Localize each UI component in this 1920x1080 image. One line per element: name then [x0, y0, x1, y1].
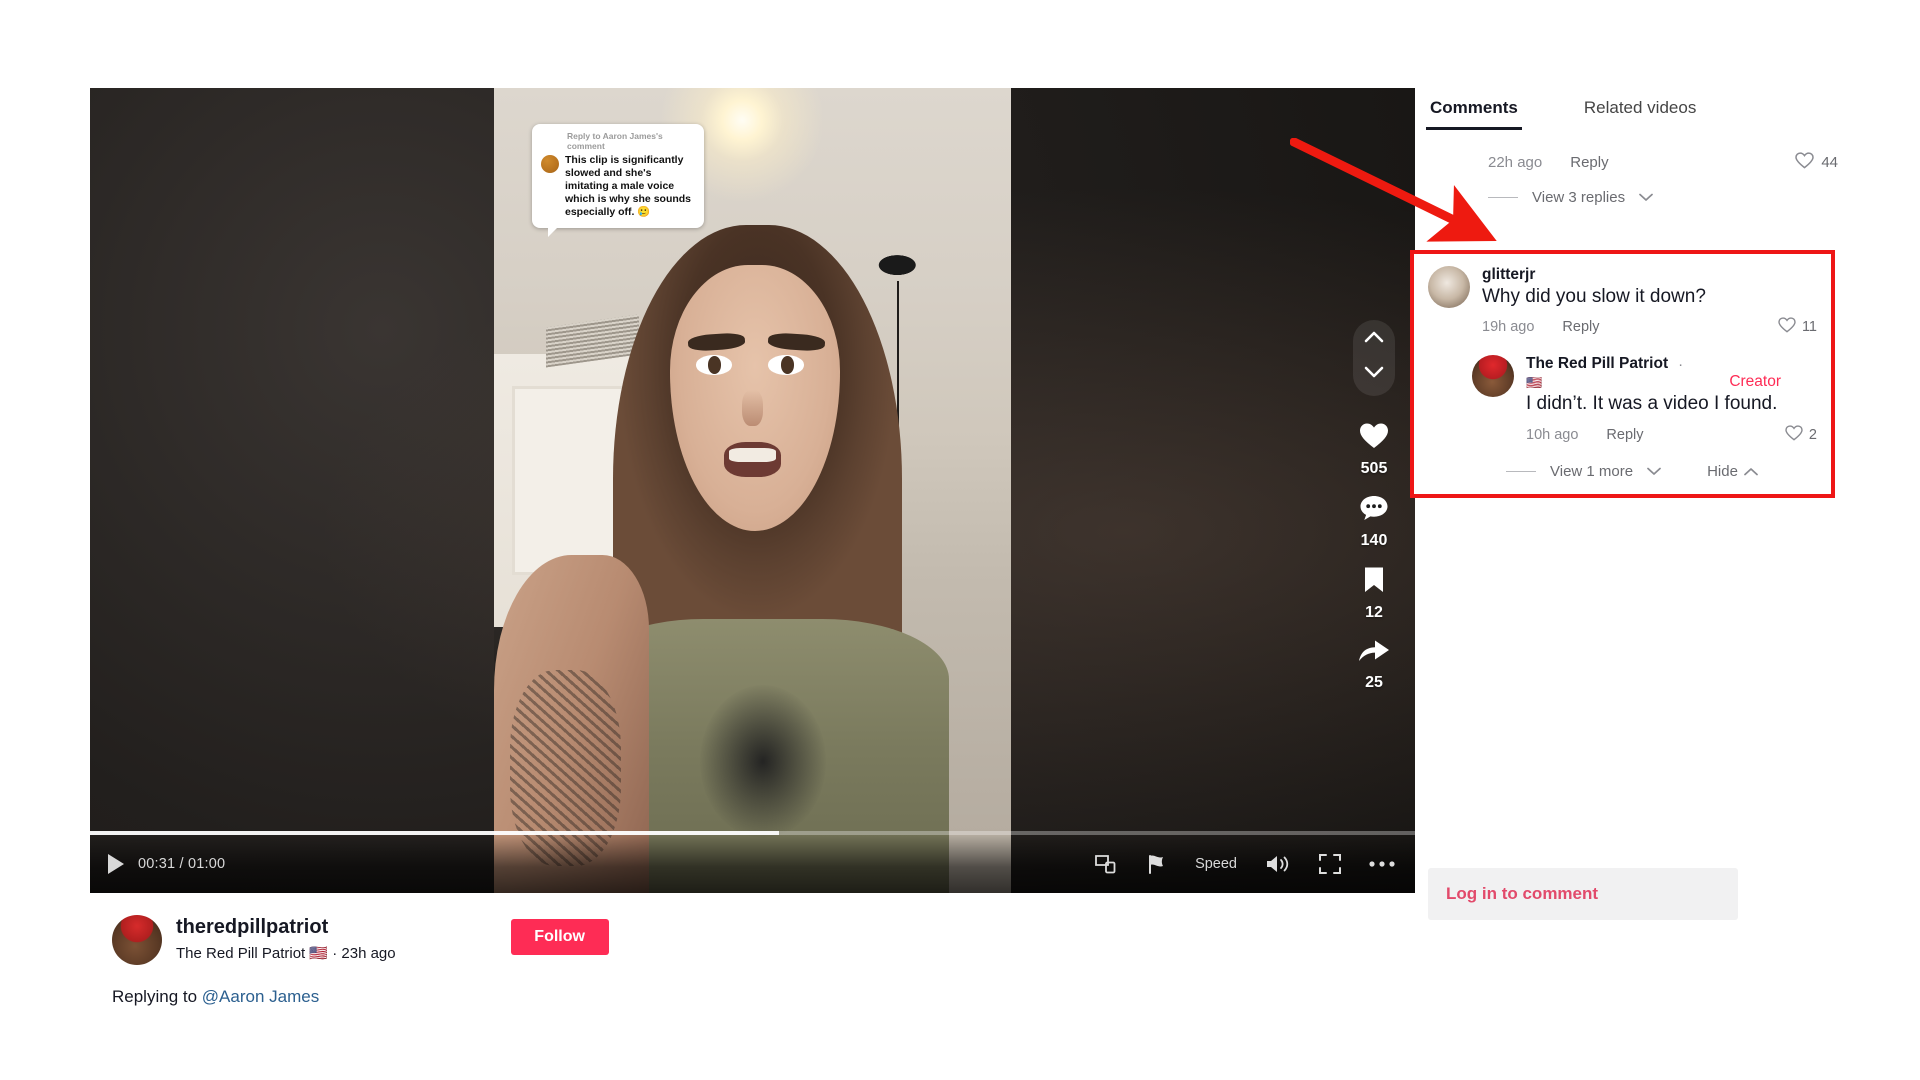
- chevron-up-icon[interactable]: [1364, 330, 1384, 348]
- reply-caption-reference: Reply to Aaron James's comment: [567, 131, 663, 152]
- top-comment-meta-row: 22h ago Reply 44: [1424, 130, 1846, 173]
- picture-in-picture-icon[interactable]: [1095, 854, 1117, 874]
- video-action-rail: 505 140 12 25: [1353, 320, 1395, 708]
- commenter-username[interactable]: glitterjr: [1482, 266, 1817, 284]
- fullscreen-icon[interactable]: [1319, 854, 1341, 874]
- subject-nose: [742, 389, 763, 427]
- author-username[interactable]: theredpillpatriot: [176, 915, 396, 939]
- author-display-name: The Red Pill Patriot 🇺🇸 · 23h ago: [176, 945, 396, 962]
- subject-eye-left: [695, 355, 732, 375]
- flag-icon[interactable]: [1145, 853, 1167, 875]
- login-to-comment-box[interactable]: Log in to comment: [1428, 868, 1738, 920]
- chevron-down-icon: [1639, 189, 1653, 206]
- reply-author-flag: 🇺🇸: [1526, 374, 1543, 390]
- video-stage: Reply to Aaron James's comment This clip…: [494, 88, 1011, 893]
- creator-badge: Creator: [1729, 373, 1781, 391]
- bookmark-action[interactable]: 12: [1362, 566, 1386, 622]
- comments-panel: Comments Related videos 22h ago Reply 44: [1410, 88, 1850, 988]
- hide-replies-button[interactable]: Hide: [1707, 463, 1758, 480]
- hide-label: Hide: [1707, 462, 1738, 480]
- comment-likes[interactable]: 11: [1778, 317, 1817, 337]
- chevron-down-icon[interactable]: [1364, 366, 1384, 384]
- video-caption-prefix: Replying to: [112, 987, 202, 1006]
- reply-author-username[interactable]: The Red Pill Patriot: [1526, 355, 1668, 373]
- like-count: 505: [1360, 460, 1388, 477]
- tiktok-video-page: Reply to Aaron James's comment This clip…: [0, 0, 1920, 1080]
- top-comment-likes[interactable]: 44: [1795, 152, 1838, 173]
- chevron-up-icon: [1744, 463, 1758, 480]
- view-replies-button[interactable]: View 3 replies: [1424, 173, 1846, 206]
- video-caption-mention[interactable]: @Aaron James: [202, 987, 319, 1006]
- subject-eye-right: [768, 355, 805, 375]
- video-time-label: 00:31 / 01:00: [138, 856, 226, 872]
- video-controls-bar: 00:31 / 01:00 Speed: [90, 835, 1415, 893]
- top-comment-reply-button[interactable]: Reply: [1570, 154, 1608, 171]
- video-column: Reply to Aaron James's comment This clip…: [90, 88, 1415, 1006]
- comment-reply-button[interactable]: Reply: [1562, 319, 1599, 335]
- play-icon[interactable]: [108, 854, 124, 874]
- top-comment-like-count: 44: [1821, 154, 1838, 171]
- tab-comments[interactable]: Comments: [1426, 88, 1522, 130]
- comment-icon: [1359, 494, 1389, 527]
- reply-author-avatar[interactable]: [1472, 355, 1514, 398]
- reply-expander-row: View 1 more Hide: [1472, 463, 1817, 480]
- reply-time: 10h ago: [1526, 426, 1579, 443]
- comment-like-count: 11: [1801, 319, 1817, 336]
- tab-related-videos[interactable]: Related videos: [1580, 88, 1700, 130]
- panel-tabs: Comments Related videos: [1420, 88, 1850, 130]
- thread-dash: [1506, 470, 1536, 472]
- comment-action[interactable]: 140: [1359, 494, 1389, 550]
- reply-like-count: 2: [1808, 426, 1817, 443]
- share-icon: [1358, 638, 1390, 669]
- video-caption: Replying to @Aaron James: [112, 987, 1415, 1007]
- volume-icon[interactable]: [1265, 854, 1291, 874]
- comment-time: 19h ago: [1482, 319, 1535, 336]
- comment-count: 140: [1360, 532, 1388, 549]
- reply-separator: ·: [1678, 355, 1684, 373]
- heart-outline-icon: [1785, 424, 1803, 445]
- view-more-button[interactable]: View 1 more: [1550, 463, 1633, 480]
- video-nav-pill: [1353, 320, 1395, 396]
- chevron-down-icon[interactable]: [1647, 463, 1661, 480]
- comment-thread: 22h ago Reply 44 View 3 replies glitterj…: [1410, 130, 1850, 498]
- reply-text: I didn’t. It was a video I found.: [1526, 393, 1778, 415]
- highlighted-comment-card: glitterjr Why did you slow it down? 19h …: [1410, 250, 1835, 498]
- subject-mouth: [724, 442, 781, 477]
- follow-button[interactable]: Follow: [510, 919, 609, 955]
- video-meta: theredpillpatriot The Red Pill Patriot 🇺…: [90, 893, 1415, 1007]
- bookmark-count: 12: [1365, 604, 1383, 621]
- reply-caption-text: This clip is significantly slowed and sh…: [565, 154, 692, 219]
- heart-outline-icon: [1795, 152, 1815, 173]
- speed-button[interactable]: Speed: [1195, 856, 1237, 872]
- more-options-icon[interactable]: [1369, 860, 1395, 868]
- reply-item: The Red Pill Patriot · 🇺🇸 Creator I didn…: [1428, 355, 1817, 480]
- share-count: 25: [1365, 674, 1383, 691]
- heart-outline-icon: [1778, 317, 1796, 337]
- reply-reply-button[interactable]: Reply: [1606, 427, 1643, 443]
- view-replies-label: View 3 replies: [1532, 189, 1626, 206]
- video-player[interactable]: Reply to Aaron James's comment This clip…: [90, 88, 1415, 893]
- top-comment-time: 22h ago: [1488, 154, 1543, 171]
- share-action[interactable]: 25: [1358, 638, 1390, 692]
- heart-icon: [1359, 422, 1389, 455]
- login-to-comment-label[interactable]: Log in to comment: [1446, 884, 1598, 904]
- reply-likes[interactable]: 2: [1785, 424, 1817, 445]
- like-action[interactable]: 505: [1359, 422, 1389, 478]
- author-avatar[interactable]: [112, 915, 162, 965]
- commenter-avatar[interactable]: [1428, 266, 1470, 308]
- comment-item: glitterjr Why did you slow it down? 19h …: [1428, 266, 1817, 337]
- thread-dash: [1488, 197, 1518, 198]
- reply-caption-avatar: [541, 155, 559, 174]
- comment-text: Why did you slow it down?: [1482, 286, 1706, 307]
- bookmark-icon: [1362, 566, 1386, 599]
- reply-caption-bubble: Reply to Aaron James's comment This clip…: [532, 124, 704, 238]
